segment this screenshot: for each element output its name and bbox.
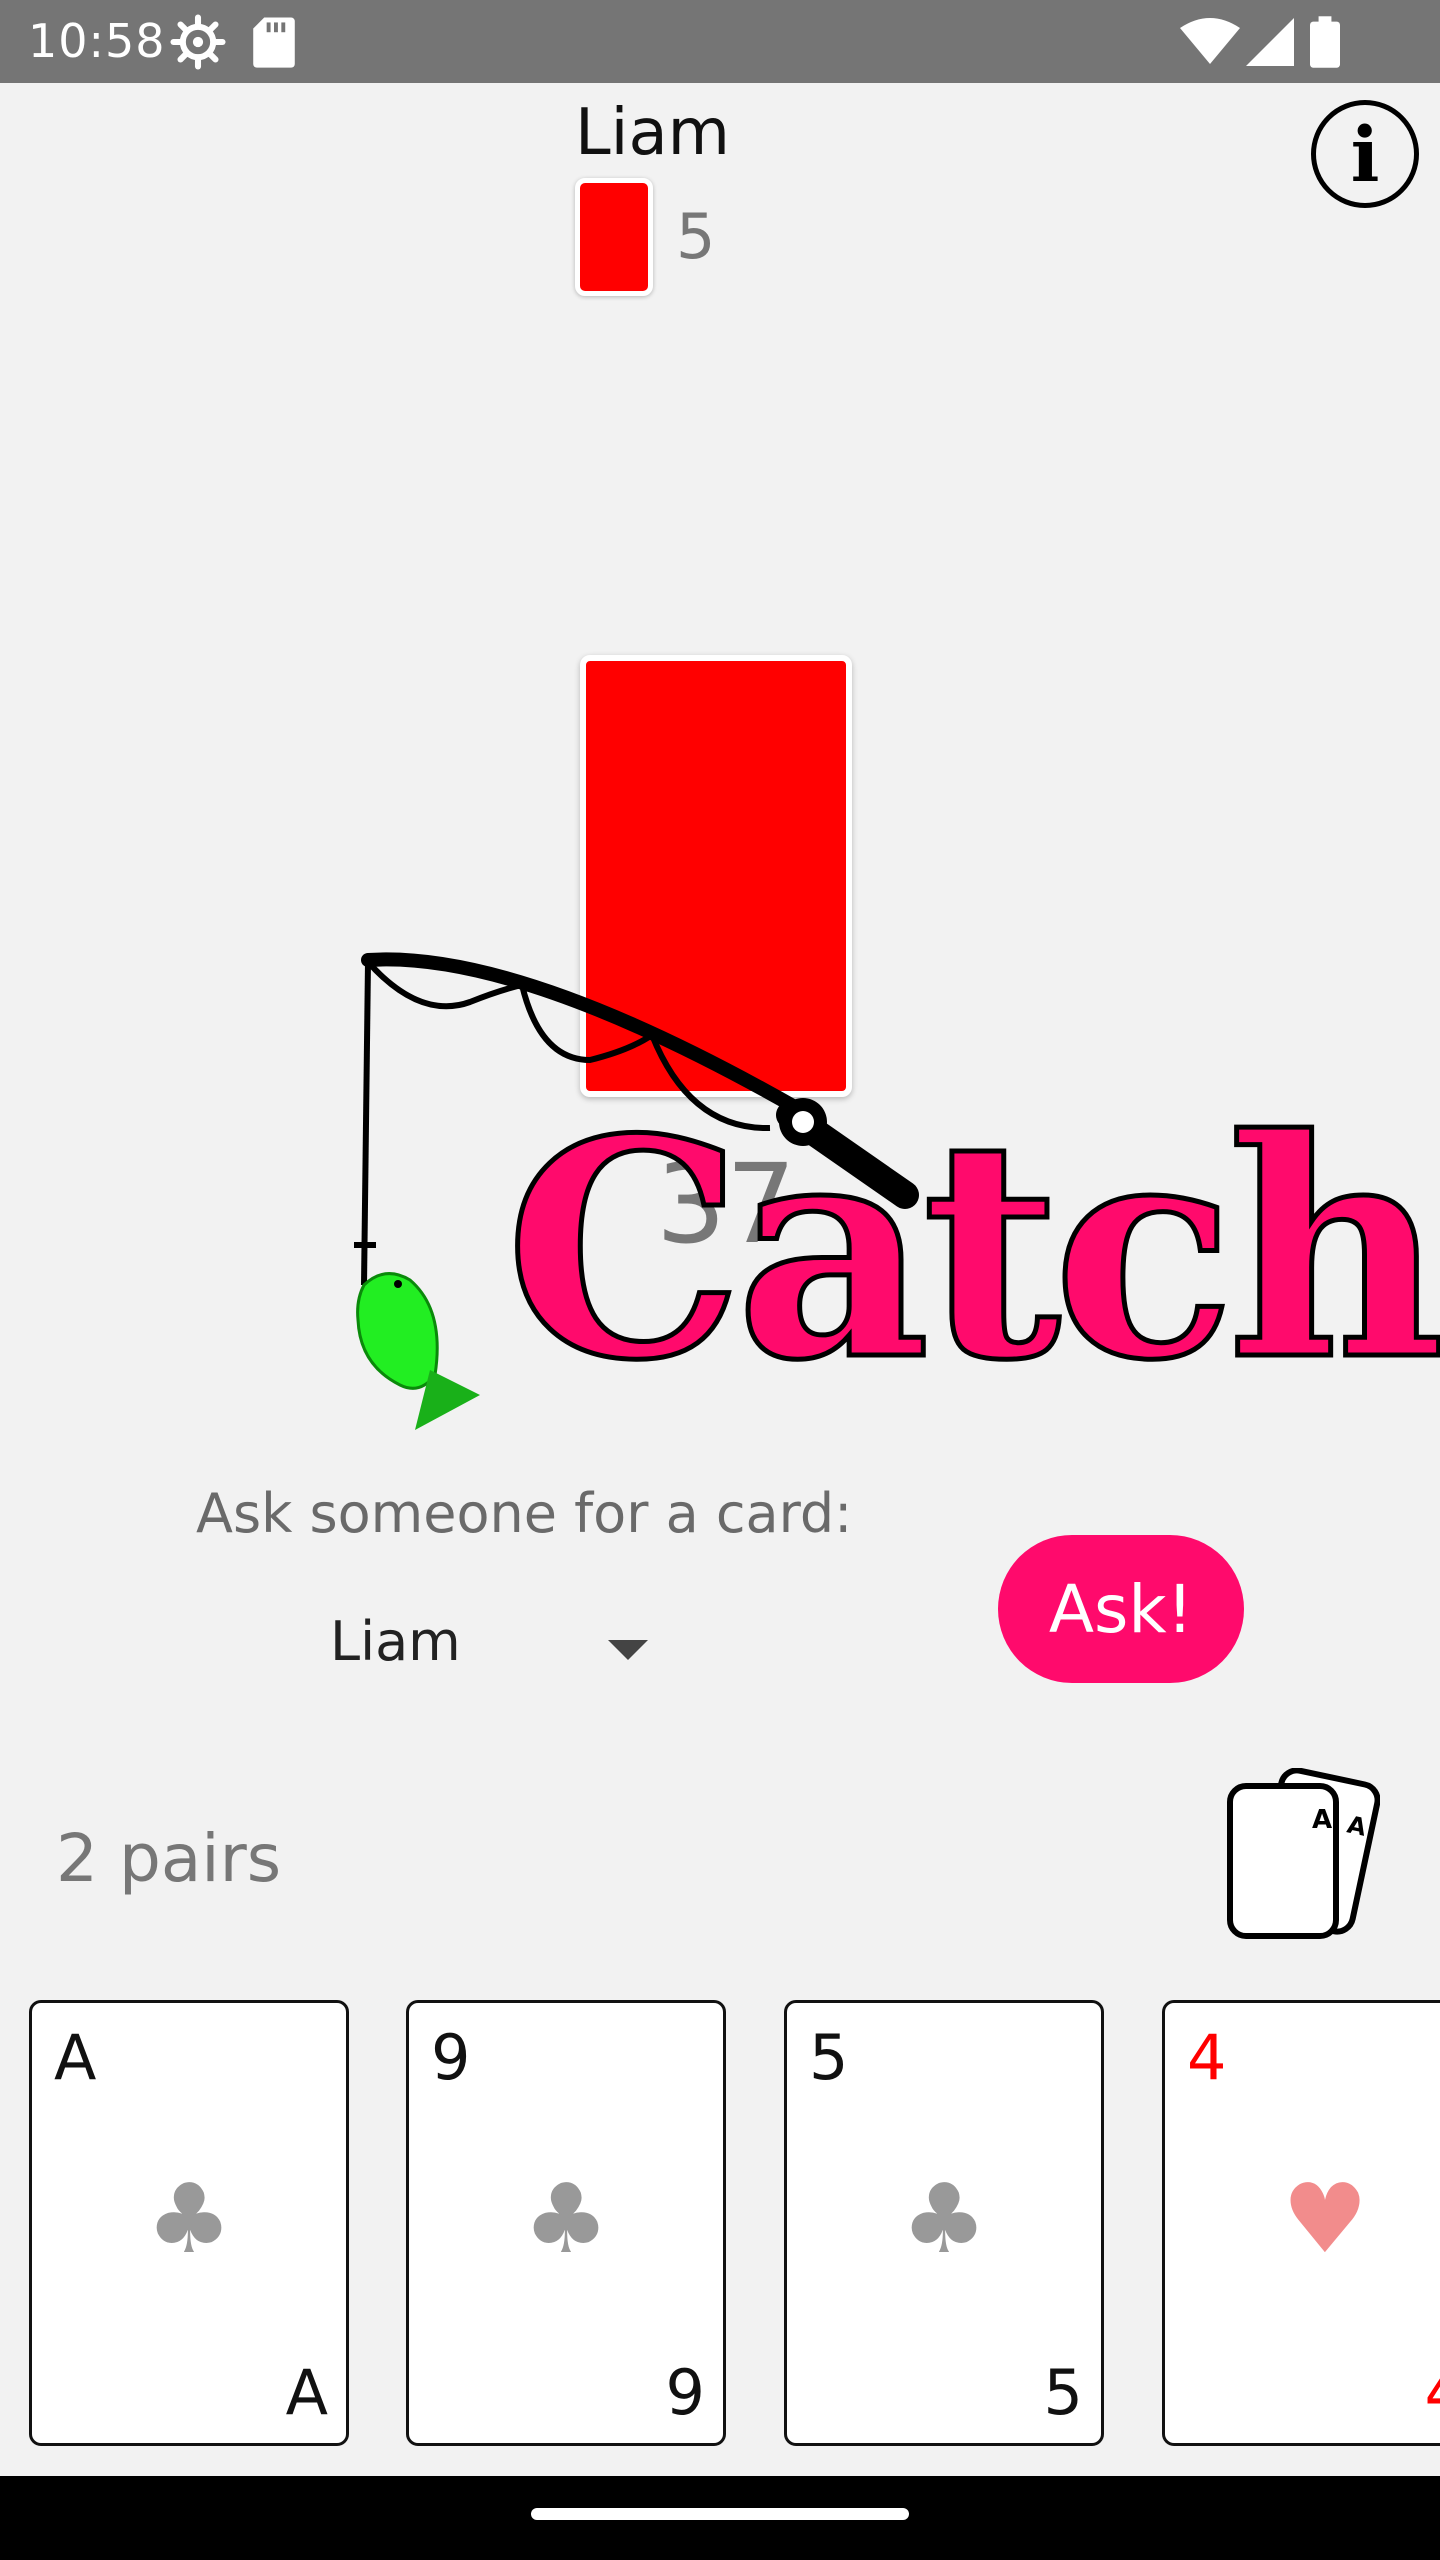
navigation-bar	[0, 2476, 1440, 2560]
card-rank-bottom: 4	[1425, 2356, 1440, 2429]
signal-icon	[1246, 18, 1294, 66]
player-select[interactable]: Liam	[330, 1610, 670, 1690]
player-select-value: Liam	[330, 1610, 461, 1673]
card-rank-bottom: 5	[1043, 2356, 1083, 2429]
pairs-count-label: 2 pairs	[56, 1820, 282, 1897]
club-suit-icon: ♣	[145, 2163, 233, 2275]
ask-prompt-label: Ask someone for a card:	[196, 1482, 853, 1545]
card-rank-top: A	[54, 2021, 97, 2094]
catch-logo: Catch	[354, 952, 1440, 1430]
card-rank-top: 5	[809, 2021, 849, 2094]
hand-card[interactable]: 5 ♣ 5	[784, 2000, 1104, 2446]
opponent-card-back	[575, 178, 653, 296]
heart-suit-icon: ♥	[1281, 2163, 1369, 2275]
pairs-icon-rank: A	[1312, 1805, 1332, 1835]
card-rank-bottom: 9	[665, 2356, 705, 2429]
hand-card[interactable]: A ♣ A	[29, 2000, 349, 2446]
info-icon: i	[1350, 109, 1380, 199]
info-button[interactable]: i	[1311, 100, 1419, 208]
home-gesture-handle[interactable]	[531, 2508, 909, 2520]
card-rank-top: 9	[431, 2021, 471, 2094]
logo-text: Catch	[505, 1073, 1440, 1426]
card-rank-bottom: A	[285, 2356, 328, 2429]
card-rank-top: 4	[1187, 2021, 1227, 2094]
opponent-name: Liam	[575, 96, 730, 170]
status-bar: 10:58	[0, 0, 1440, 83]
battery-icon	[1310, 16, 1340, 68]
sd-card-icon	[253, 17, 295, 68]
wifi-icon	[1180, 18, 1240, 64]
status-time: 10:58	[28, 14, 166, 68]
fish-icon	[356, 1272, 480, 1430]
dropdown-caret-icon	[608, 1640, 648, 1660]
hand-card[interactable]: 4 ♥ 4	[1162, 2000, 1440, 2446]
opponent-card-count: 5	[676, 200, 716, 273]
settings-gear-icon	[170, 14, 226, 70]
pairs-cards-icon[interactable]: A A	[1220, 1768, 1380, 1944]
club-suit-icon: ♣	[522, 2163, 610, 2275]
ask-button[interactable]: Ask!	[998, 1535, 1244, 1683]
hand-card[interactable]: 9 ♣ 9	[406, 2000, 726, 2446]
club-suit-icon: ♣	[900, 2163, 988, 2275]
